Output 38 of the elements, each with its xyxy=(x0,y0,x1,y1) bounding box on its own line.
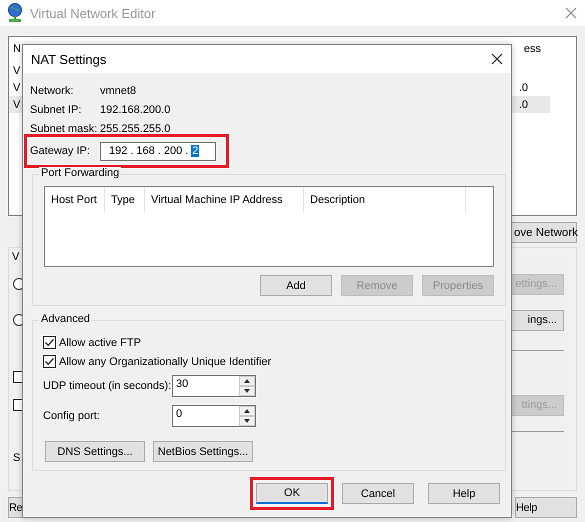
label: S xyxy=(13,452,20,464)
ip-address-field[interactable]: 192 . 168 . 200 . 2 xyxy=(100,142,216,160)
field-label: Config port: xyxy=(43,410,101,422)
field-label: Gateway IP: xyxy=(30,145,91,157)
column-header: ess xyxy=(524,43,541,55)
group-legend: Advanced xyxy=(39,313,92,325)
column-header[interactable]: Description xyxy=(304,187,466,213)
field-value: 255.255.255.0 xyxy=(100,122,170,134)
table-action-button[interactable]: Add xyxy=(260,275,332,296)
dialog-button[interactable]: OK xyxy=(256,483,328,504)
field-value: vmnet8 xyxy=(100,84,136,96)
column-header[interactable]: Host Port xyxy=(45,187,105,213)
dialog-button[interactable]: Help xyxy=(428,483,500,504)
dialog-title: NAT Settings xyxy=(31,52,106,66)
field-label: Subnet mask: xyxy=(30,122,98,134)
settings-button[interactable]: NetBios Settings... xyxy=(153,441,253,462)
column-header[interactable]: Virtual Machine IP Address xyxy=(145,187,304,213)
checkbox-label: Allow active FTP xyxy=(59,336,141,348)
dialog-button[interactable]: Cancel xyxy=(342,483,414,504)
column-header[interactable]: Type xyxy=(105,187,145,213)
checkbox[interactable] xyxy=(43,336,56,349)
field-value: 192.168.200.0 xyxy=(100,104,170,116)
checkbox-label: Allow any Organizationally Unique Identifier xyxy=(59,356,272,368)
number-spinner[interactable]: 0 xyxy=(172,405,256,427)
dialog-button[interactable]: Help xyxy=(515,497,577,518)
group-legend: V xyxy=(12,251,20,263)
field-label: Subnet IP: xyxy=(30,104,82,116)
field-label: UDP timeout (in seconds): xyxy=(43,380,172,392)
remove-network-button[interactable]: ove Network xyxy=(510,222,577,243)
group-legend: Port Forwarding xyxy=(39,167,122,179)
globe-icon xyxy=(6,3,24,23)
checkbox[interactable] xyxy=(43,355,56,368)
column-header: N xyxy=(13,43,21,55)
close-icon[interactable] xyxy=(491,53,503,65)
field-label: Network: xyxy=(30,84,74,96)
window-title: Virtual Network Editor xyxy=(30,6,156,20)
number-spinner[interactable]: 30 xyxy=(172,375,256,397)
settings-button[interactable]: DNS Settings... xyxy=(45,441,145,462)
